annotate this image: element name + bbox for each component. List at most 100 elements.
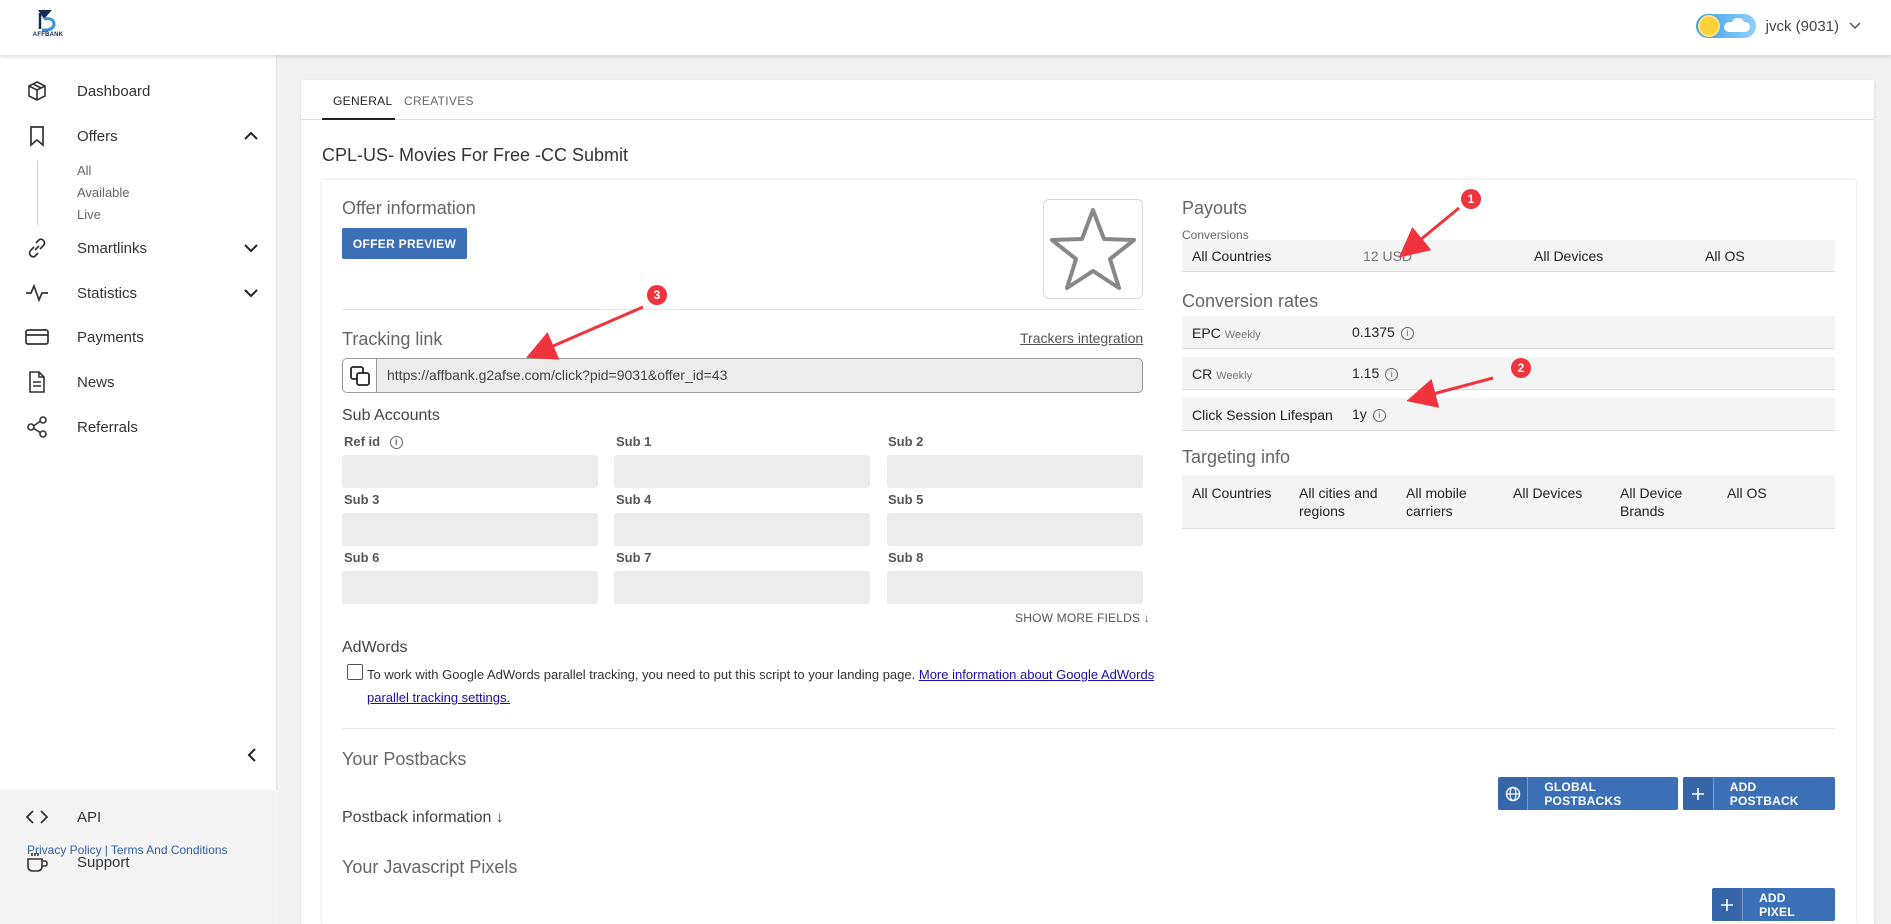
sidebar-item-label: Offers: [77, 127, 118, 145]
targeting-brands: All Device Brands: [1620, 485, 1683, 519]
user-menu[interactable]: jvck (9031): [1695, 12, 1861, 40]
sidebar-item-label: Dashboard: [77, 82, 151, 100]
ref-id-label: Ref id i: [344, 434, 403, 449]
sub8-input[interactable]: [887, 571, 1143, 604]
tracking-url[interactable]: https://affbank.g2afse.com/click?pid=903…: [387, 367, 727, 383]
tab-creatives[interactable]: CREATIVES: [404, 94, 474, 108]
add-postback-button[interactable]: ADD POSTBACK: [1683, 777, 1835, 810]
session-row: Click Session Lifespan 1y i: [1182, 398, 1835, 431]
affbank-logo[interactable]: AFFBANK: [30, 7, 66, 43]
adwords-description: To work with Google AdWords parallel tra…: [367, 667, 1155, 705]
bookmark-icon: [24, 123, 50, 149]
epc-label: EPC Weekly: [1192, 325, 1261, 341]
sub6-input[interactable]: [342, 571, 598, 604]
logo-icon: [38, 10, 56, 32]
chevron-up-icon[interactable]: [240, 125, 262, 147]
plus-icon: [1683, 777, 1714, 810]
cr-label: CR Weekly: [1192, 366, 1253, 382]
sidebar-item-label: Statistics: [77, 284, 138, 302]
sub6-label: Sub 6: [344, 550, 380, 565]
show-more-fields-button[interactable]: SHOW MORE FIELDS ↓: [1015, 611, 1150, 625]
sidebar-item-api[interactable]: API: [0, 797, 277, 837]
info-icon[interactable]: i: [1400, 327, 1414, 340]
chevron-left-icon: [247, 748, 256, 762]
tab-bar: GENERAL CREATIVES: [301, 80, 1874, 120]
sidebar-item-smartlinks[interactable]: Smartlinks: [0, 228, 277, 268]
targeting-os: All OS: [1727, 485, 1767, 501]
global-postbacks-button[interactable]: GLOBAL POSTBACKS: [1498, 777, 1678, 810]
chevron-down-icon[interactable]: [1849, 22, 1861, 30]
footer-links: Privacy Policy | Terms And Conditions: [27, 843, 228, 857]
annotation-marker-3: 3: [647, 285, 667, 305]
arrow-down-icon: ↓: [495, 809, 504, 826]
info-icon[interactable]: i: [1372, 409, 1386, 422]
payout-amount: 12 USD: [1363, 248, 1413, 264]
subnav-item-all[interactable]: All: [77, 163, 91, 178]
info-icon[interactable]: i: [389, 436, 403, 449]
sub7-input[interactable]: [614, 571, 870, 604]
sidebar-item-offers[interactable]: Offers: [0, 116, 277, 156]
sidebar-item-dashboard[interactable]: Dashboard: [0, 71, 277, 111]
top-bar: AFFBANK jvck (9031): [0, 0, 1891, 55]
javascript-pixels-heading: Your Javascript Pixels: [342, 857, 518, 877]
link-icon: [24, 235, 50, 261]
annotation-marker-2: 2: [1511, 358, 1531, 378]
star-icon: [1050, 208, 1136, 290]
offer-preview-button[interactable]: OFFER PREVIEW: [342, 228, 467, 259]
chevron-down-icon[interactable]: [240, 237, 262, 259]
sidebar-item-statistics[interactable]: Statistics: [0, 273, 277, 313]
code-icon: [24, 804, 50, 830]
info-icon[interactable]: i: [1385, 368, 1399, 381]
add-pixel-button[interactable]: ADD PIXEL: [1712, 888, 1835, 921]
sidebar-item-label: News: [77, 373, 115, 391]
collapse-sidebar-button[interactable]: [240, 743, 264, 767]
trackers-integration-link[interactable]: Trackers integration: [1020, 330, 1143, 346]
session-label: Click Session Lifespan: [1192, 407, 1333, 423]
payouts-heading: Payouts: [1182, 198, 1248, 218]
document-icon: [24, 369, 50, 395]
sub3-label: Sub 3: [344, 492, 380, 507]
sidebar-item-label: Payments: [77, 328, 144, 346]
tracking-link-field[interactable]: https://affbank.g2afse.com/click?pid=903…: [342, 358, 1143, 393]
theme-toggle[interactable]: [1695, 14, 1756, 38]
targeting-carriers: All mobile carriers: [1406, 485, 1467, 519]
payout-country: All Countries: [1192, 248, 1272, 264]
terms-link[interactable]: Terms And Conditions: [111, 843, 228, 857]
postback-information-toggle[interactable]: Postback information ↓: [342, 809, 504, 827]
logo-text: AFFBANK: [32, 32, 64, 38]
sub1-label: Sub 1: [616, 434, 652, 449]
cube-icon: [24, 78, 50, 104]
divider: [342, 309, 1143, 310]
sub5-label: Sub 5: [888, 492, 924, 507]
subnav-item-available[interactable]: Available: [77, 185, 130, 200]
epc-value: 0.1375 i: [1352, 324, 1414, 340]
subnav-item-live[interactable]: Live: [77, 207, 101, 222]
add-pixel-label: ADD PIXEL: [1759, 890, 1795, 919]
sub3-input[interactable]: [342, 513, 598, 546]
sidebar-item-referrals[interactable]: Referrals: [0, 407, 277, 447]
copy-button[interactable]: [343, 359, 377, 392]
sub1-input[interactable]: [614, 455, 870, 488]
user-name[interactable]: jvck (9031): [1766, 18, 1839, 35]
plus-icon: [1712, 888, 1744, 921]
sub2-label: Sub 2: [888, 434, 924, 449]
adwords-heading: AdWords: [342, 639, 408, 656]
activity-icon: [24, 280, 50, 306]
sidebar-item-payments[interactable]: Payments: [0, 317, 277, 357]
offer-information-heading: Offer information: [342, 198, 476, 218]
share-icon: [24, 414, 50, 440]
cloud-icon-base: [1723, 22, 1750, 32]
sub4-input[interactable]: [614, 513, 870, 546]
chevron-down-icon[interactable]: [240, 282, 262, 304]
tab-general[interactable]: GENERAL: [333, 94, 392, 108]
offers-subnav: [37, 161, 237, 225]
adwords-checkbox[interactable]: [347, 664, 363, 680]
ref-id-input[interactable]: [342, 455, 598, 488]
sidebar: Dashboard Offers All Available Live Smar…: [0, 55, 277, 924]
sidebar-item-news[interactable]: News: [0, 362, 277, 402]
session-value: 1y i: [1352, 406, 1386, 422]
sub2-input[interactable]: [887, 455, 1143, 488]
active-tab-indicator: [322, 118, 395, 120]
sub5-input[interactable]: [887, 513, 1143, 546]
privacy-policy-link[interactable]: Privacy Policy: [27, 843, 102, 857]
